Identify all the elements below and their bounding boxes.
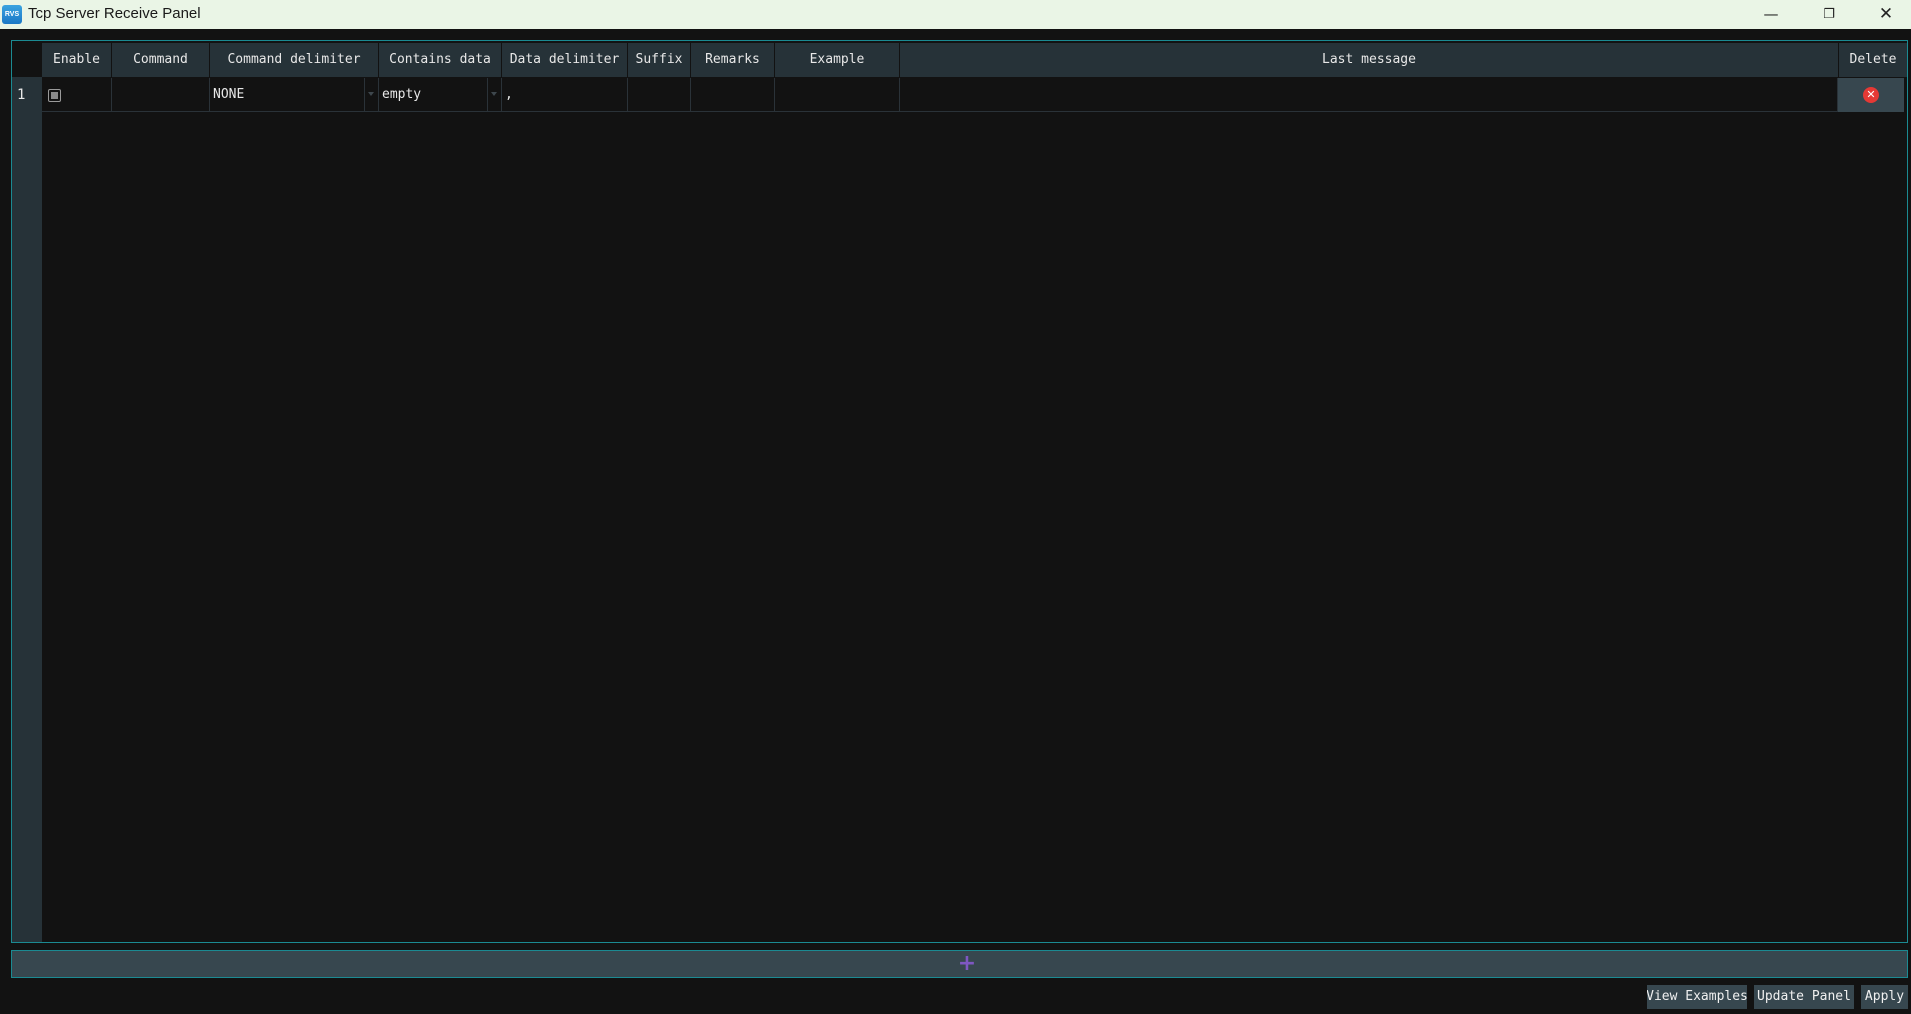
view-examples-button[interactable]: View Examples bbox=[1647, 985, 1747, 1009]
column-header-delete[interactable]: Delete bbox=[1839, 43, 1907, 77]
window-title: Tcp Server Receive Panel bbox=[28, 5, 201, 22]
title-bar: RVS Tcp Server Receive Panel — ❐ ✕ bbox=[0, 0, 1911, 29]
apply-label: Apply bbox=[1864, 989, 1905, 1004]
receive-table: Enable Command Command delimiter Contain… bbox=[11, 40, 1908, 943]
column-header-contains-data[interactable]: Contains data bbox=[379, 43, 502, 77]
data-delimiter-cell[interactable]: , bbox=[502, 78, 628, 112]
example-cell[interactable] bbox=[775, 78, 900, 112]
contains-data-select[interactable]: empty bbox=[379, 78, 502, 112]
remarks-cell[interactable] bbox=[691, 78, 775, 112]
delete-cell: ✕ bbox=[1838, 78, 1904, 112]
app-logo-icon: RVS bbox=[2, 5, 22, 24]
column-header-enable[interactable]: Enable bbox=[42, 43, 112, 77]
update-panel-label: Update Panel bbox=[1757, 989, 1851, 1004]
chevron-down-icon[interactable] bbox=[364, 78, 376, 111]
apply-button[interactable]: Apply bbox=[1861, 985, 1908, 1009]
delete-row-icon[interactable]: ✕ bbox=[1863, 87, 1879, 103]
row-number[interactable]: 1 bbox=[12, 78, 42, 112]
column-header-command-delimiter[interactable]: Command delimiter bbox=[210, 43, 379, 77]
command-cell[interactable] bbox=[112, 78, 210, 112]
minimize-button[interactable]: — bbox=[1748, 0, 1794, 29]
column-header-suffix[interactable]: Suffix bbox=[628, 43, 691, 77]
command-delimiter-select[interactable]: NONE bbox=[210, 78, 379, 112]
command-delimiter-value: NONE bbox=[213, 87, 245, 102]
column-header-data-delimiter[interactable]: Data delimiter bbox=[502, 43, 628, 77]
add-row-button[interactable]: + bbox=[11, 950, 1908, 978]
restore-button[interactable]: ❐ bbox=[1806, 0, 1852, 29]
table-corner bbox=[12, 41, 42, 77]
suffix-cell[interactable] bbox=[628, 78, 691, 112]
column-header-last-message[interactable]: Last message bbox=[900, 43, 1839, 77]
column-header-example[interactable]: Example bbox=[775, 43, 900, 77]
enable-checkbox[interactable] bbox=[48, 89, 61, 102]
column-header-remarks[interactable]: Remarks bbox=[691, 43, 775, 77]
chevron-down-icon[interactable] bbox=[487, 78, 499, 111]
column-header-command[interactable]: Command bbox=[112, 43, 210, 77]
plus-icon: + bbox=[957, 951, 977, 976]
close-window-button[interactable]: ✕ bbox=[1863, 0, 1909, 29]
last-message-cell[interactable] bbox=[900, 78, 1838, 112]
enable-cell bbox=[42, 78, 112, 112]
row-header-column bbox=[12, 41, 42, 942]
view-examples-label: View Examples bbox=[1647, 989, 1747, 1004]
update-panel-button[interactable]: Update Panel bbox=[1754, 985, 1854, 1009]
contains-data-value: empty bbox=[382, 87, 422, 102]
